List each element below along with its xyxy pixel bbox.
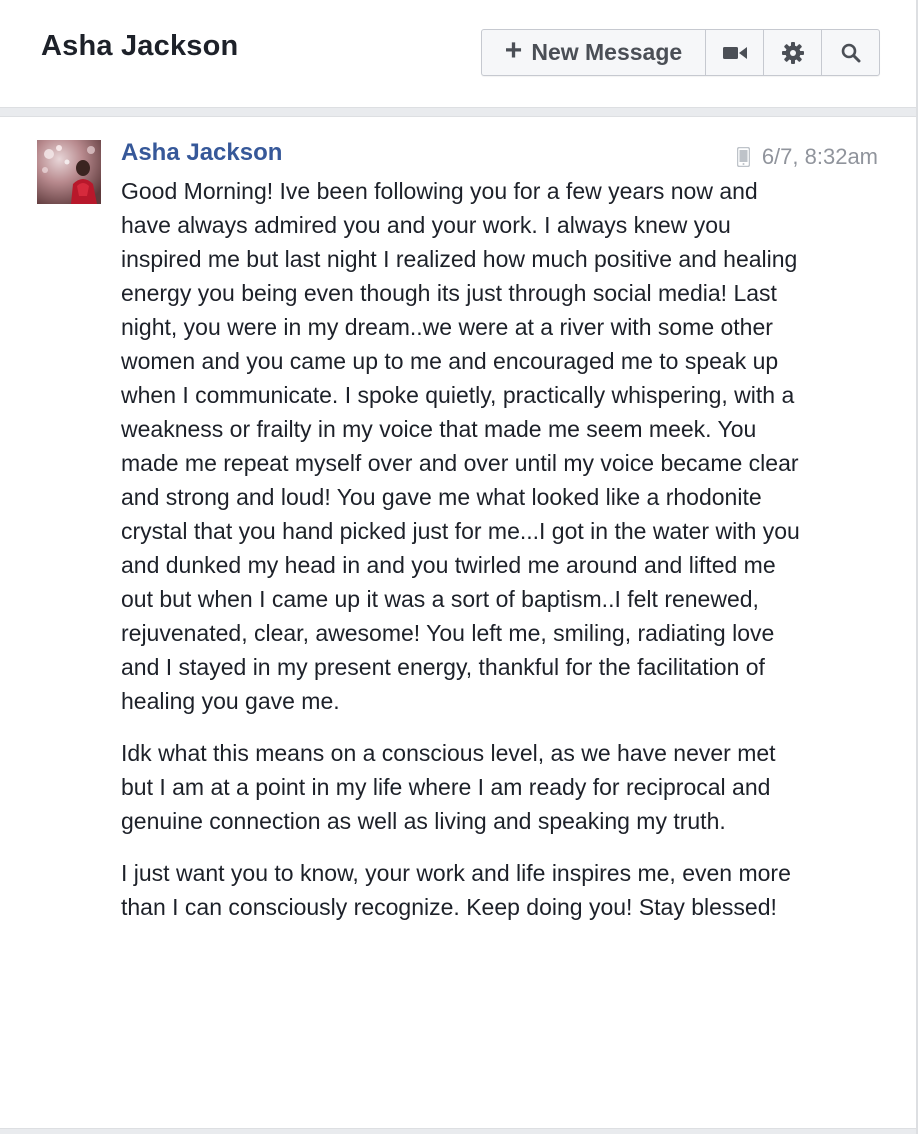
message-body: Good Morning! Ive been following you for… [121, 174, 801, 942]
search-button[interactable] [821, 30, 879, 75]
new-message-label: New Message [531, 39, 683, 65]
mobile-phone-icon [736, 147, 750, 167]
conversation-panel: Asha Jackson + New Message Asha Jackson … [0, 0, 918, 1134]
avatar-image [37, 140, 101, 204]
conversation-header: Asha Jackson + New Message [0, 0, 916, 108]
gear-icon [781, 41, 804, 64]
avatar[interactable] [37, 140, 101, 204]
message-paragraph: Good Morning! Ive been following you for… [121, 178, 800, 714]
new-message-button[interactable]: + New Message [482, 30, 705, 75]
settings-button[interactable] [763, 30, 821, 75]
message-paragraph: Idk what this means on a conscious level… [121, 740, 776, 834]
video-call-button[interactable] [705, 30, 763, 75]
message-meta: 6/7, 8:32am [736, 144, 878, 170]
message-paragraph: I just want you to know, your work and l… [121, 860, 791, 920]
message-item: Asha Jackson 6/7, 8:32am Good Morning! I… [0, 117, 916, 1128]
plus-icon: + [504, 34, 523, 67]
conversation-toolbar: + New Message [481, 29, 880, 76]
message-timestamp: 6/7, 8:32am [761, 144, 878, 169]
search-icon [841, 43, 860, 62]
footer-divider [0, 1128, 916, 1134]
video-camera-icon [722, 46, 747, 59]
sender-name[interactable]: Asha Jackson [121, 139, 282, 167]
header-divider [0, 107, 916, 117]
conversation-title: Asha Jackson [41, 30, 239, 62]
